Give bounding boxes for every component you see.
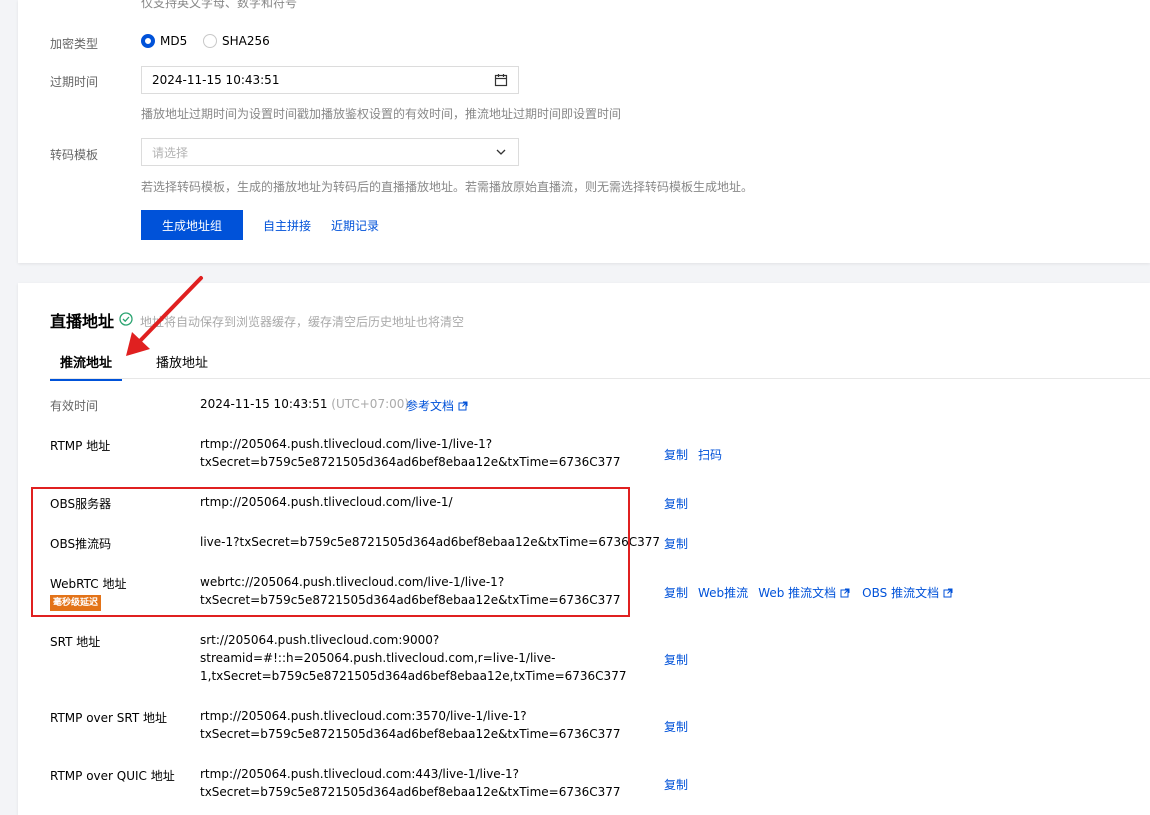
rtmp-scan-button[interactable]: 扫码: [698, 446, 722, 463]
webrtc-actions: 复制 Web推流 Web 推流文档 OBS 推流文档: [664, 584, 953, 601]
reference-doc-label: 参考文档: [406, 399, 455, 413]
srt-value: srt://205064.push.tlivecloud.com:9000? s…: [200, 631, 626, 685]
radio-sha256[interactable]: SHA256: [203, 34, 270, 48]
validity-label: 有效时间: [50, 399, 99, 413]
annotation-highlight-box: [31, 487, 630, 617]
radio-md5-dot: [141, 34, 155, 48]
external-link-icon: [840, 587, 850, 601]
web-push-doc-link[interactable]: Web 推流文档: [758, 584, 850, 601]
rtmp-value: rtmp://205064.push.tlivecloud.com/live-1…: [200, 435, 621, 471]
srt-actions: 复制: [664, 651, 688, 668]
rtmp-over-srt-actions: 复制: [664, 718, 688, 735]
rtmp-over-quic-actions: 复制: [664, 776, 688, 793]
web-push-doc-label: Web 推流文档: [758, 586, 837, 600]
rtmp-over-srt-label: RTMP over SRT 地址: [50, 711, 168, 725]
rtmp-over-srt-copy-button[interactable]: 复制: [664, 718, 688, 735]
srt-line-2: streamid=#!::h=205064.push.tlivecloud.co…: [200, 651, 556, 665]
radio-sha256-dot: [203, 34, 217, 48]
web-push-button[interactable]: Web推流: [698, 584, 748, 601]
obs-server-copy-button[interactable]: 复制: [664, 495, 688, 512]
rtmp-over-quic-line-1: rtmp://205064.push.tlivecloud.com:443/li…: [200, 767, 520, 781]
check-circle-icon: [119, 312, 133, 329]
expire-time-label: 过期时间: [50, 75, 99, 89]
radio-sha256-label: SHA256: [222, 34, 270, 48]
validity-tz: (UTC+07:00): [331, 397, 410, 411]
external-link-icon: [943, 587, 953, 601]
validity-value-line: 2024-11-15 10:43:51 (UTC+07:00): [200, 395, 409, 413]
custom-assemble-link[interactable]: 自主拼接: [263, 217, 311, 234]
reference-doc-link[interactable]: 参考文档: [406, 397, 468, 414]
rtmp-over-quic-value: rtmp://205064.push.tlivecloud.com:443/li…: [200, 765, 621, 801]
rtmp-over-quic-copy-button[interactable]: 复制: [664, 776, 688, 793]
cache-note: 地址将自动保存到浏览器缓存，缓存清空后历史地址也将清空: [140, 315, 465, 329]
rtmp-copy-button[interactable]: 复制: [664, 446, 688, 463]
transcode-placeholder: 请选择: [152, 145, 189, 160]
validity-value: 2024-11-15 10:43:51: [200, 397, 328, 411]
obs-push-doc-label: OBS 推流文档: [862, 586, 940, 600]
srt-line-1: srt://205064.push.tlivecloud.com:9000?: [200, 633, 440, 647]
srt-label: SRT 地址: [50, 635, 101, 649]
webrtc-copy-button[interactable]: 复制: [664, 584, 688, 601]
rtmp-over-quic-label: RTMP over QUIC 地址: [50, 769, 175, 783]
obs-push-doc-link[interactable]: OBS 推流文档: [862, 584, 953, 601]
radio-md5-label: MD5: [160, 34, 188, 48]
rtmp-line-1: rtmp://205064.push.tlivecloud.com/live-1…: [200, 437, 493, 451]
rtmp-line-2: txSecret=b759c5e8721505d364ad6bef8ebaa12…: [200, 455, 621, 469]
tab-play-address[interactable]: 播放地址: [146, 355, 218, 379]
rtmp-over-srt-value: rtmp://205064.push.tlivecloud.com:3570/l…: [200, 707, 621, 743]
srt-line-3: 1,txSecret=b759c5e8721505d364ad6bef8ebaa…: [200, 669, 627, 683]
obs-key-copy-button[interactable]: 复制: [664, 535, 688, 552]
obs-key-actions: 复制: [664, 535, 688, 552]
encrypt-type-label: 加密类型: [50, 37, 99, 51]
external-link-icon: [458, 400, 468, 414]
rtmp-label: RTMP 地址: [50, 439, 111, 453]
transcode-select[interactable]: 请选择: [141, 138, 519, 166]
generate-address-button[interactable]: 生成地址组: [141, 210, 243, 240]
rtmp-over-srt-line-2: txSecret=b759c5e8721505d364ad6bef8ebaa12…: [200, 727, 621, 741]
radio-md5[interactable]: MD5: [141, 34, 187, 48]
calendar-icon[interactable]: [494, 73, 508, 87]
transcode-hint: 若选择转码模板，生成的播放地址为转码后的直播播放地址。若需播放原始直播流，则无需…: [141, 180, 754, 194]
expire-time-hint: 播放地址过期时间为设置时间戳加播放鉴权设置的有效时间，推流地址过期时间即设置时间: [141, 107, 622, 121]
chevron-down-icon: [494, 145, 508, 159]
charset-hint: 仅支持英文字母、数字和符号: [141, 0, 298, 10]
rtmp-over-quic-line-2: txSecret=b759c5e8721505d364ad6bef8ebaa12…: [200, 785, 621, 799]
recent-records-link[interactable]: 近期记录: [331, 217, 379, 234]
tab-push-address[interactable]: 推流地址: [50, 355, 123, 381]
expire-time-value: 2024-11-15 10:43:51: [152, 73, 280, 87]
transcode-label: 转码模板: [50, 148, 99, 162]
obs-server-actions: 复制: [664, 495, 688, 512]
srt-copy-button[interactable]: 复制: [664, 651, 688, 668]
rtmp-actions: 复制 扫码: [664, 446, 722, 463]
expire-time-input[interactable]: 2024-11-15 10:43:51: [141, 66, 519, 94]
rtmp-over-srt-line-1: rtmp://205064.push.tlivecloud.com:3570/l…: [200, 709, 527, 723]
section-title: 直播地址: [50, 312, 115, 331]
